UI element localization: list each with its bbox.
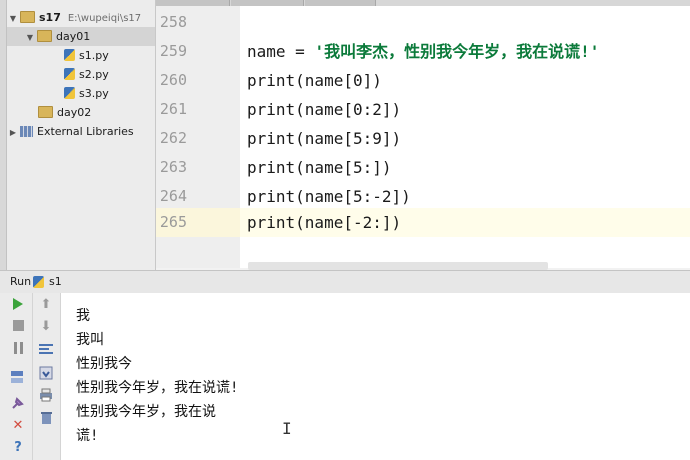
line-number: 261 (159, 100, 187, 118)
python-file-icon (64, 49, 75, 61)
line-number: 258 (159, 13, 187, 31)
print-icon[interactable] (39, 388, 53, 402)
console-line: 性别我今 (76, 356, 132, 372)
run-icon[interactable] (11, 298, 25, 312)
line-number: 265 (159, 213, 187, 231)
console-line: 我 (76, 308, 90, 324)
project-tree: ▼ s17 E:\wupeiqi\s17 ▼ day01 s1.py s2.py s… (0, 0, 156, 270)
python-file-icon (64, 87, 75, 99)
restore-layout-icon[interactable] (10, 370, 24, 384)
python-file-icon (33, 276, 44, 288)
tree-item-label: s2.py (79, 68, 109, 81)
pause-icon[interactable] (11, 342, 25, 356)
console-line: 性别我今年岁，我在说谎! (76, 380, 239, 396)
code-line[interactable]: name = '我叫李杰，性别我今年岁，我在说谎!' (247, 37, 599, 66)
help-icon[interactable]: ? (11, 441, 25, 455)
expand-arrow-icon[interactable]: ▼ (8, 9, 18, 28)
tree-item-label: s3.py (79, 87, 109, 100)
tree-root-path: E:\wupeiqi\s17 (67, 13, 142, 24)
side-strip (0, 0, 7, 270)
tree-item-s1[interactable]: s1.py (64, 46, 109, 65)
text-cursor-icon: I (282, 419, 292, 438)
run-toolbar-primary: ✕ ? (0, 293, 33, 460)
line-number: 260 (159, 71, 187, 89)
line-number: 259 (159, 42, 187, 60)
folder-icon (20, 11, 35, 23)
soft-wrap-icon[interactable] (39, 343, 53, 357)
code-text: name = (247, 42, 315, 61)
tree-item-s2[interactable]: s2.py (64, 65, 109, 84)
tree-item-day02[interactable]: day02 (36, 103, 91, 122)
console-line: 谎! (76, 428, 99, 444)
console-command-line (76, 284, 476, 296)
line-number: 262 (159, 129, 187, 147)
code-line[interactable]: print(name[-2:]) (247, 208, 401, 237)
arrow-up-icon[interactable]: ⬆ (39, 298, 53, 312)
tree-item-s3[interactable]: s3.py (64, 84, 109, 103)
libraries-icon (20, 125, 33, 137)
tree-item-day01[interactable]: ▼ day01 (7, 27, 155, 46)
python-file-icon (64, 68, 75, 80)
console-output[interactable]: 我 我叫 性别我今 性别我今年岁，我在说谎! 性别我今年岁，我在说 谎! I (61, 293, 690, 460)
code-line[interactable]: print(name[0:2]) (247, 95, 401, 124)
string-literal: '我叫李杰，性别我今年岁，我在说谎!' (314, 42, 600, 61)
scroll-to-end-icon[interactable] (39, 366, 53, 380)
trash-icon[interactable] (39, 410, 53, 424)
stop-icon[interactable] (11, 320, 25, 334)
code-line[interactable]: print(name[5:-2]) (247, 182, 411, 211)
tree-item-label: day01 (56, 30, 91, 43)
collapse-arrow-icon[interactable]: ▶ (8, 123, 18, 142)
line-number: 263 (159, 158, 187, 176)
run-toolbar-secondary: ⬆ ⬇ (33, 293, 61, 460)
tree-item-label: day02 (57, 106, 92, 119)
folder-icon (37, 30, 52, 42)
tree-item-label: s1.py (79, 49, 109, 62)
console-line: 性别我今年岁，我在说 (76, 404, 216, 420)
expand-arrow-icon[interactable]: ▼ (25, 28, 35, 47)
editor-lines: 258 259 name = '我叫李杰，性别我今年岁，我在说谎!' 260 p… (156, 6, 690, 262)
folder-icon (38, 106, 53, 118)
run-config-tab[interactable]: s1 (49, 271, 62, 293)
tree-root[interactable]: ▼ s17 E:\wupeiqi\s17 (8, 8, 141, 27)
tree-item-external-libraries[interactable]: ▶ External Libraries (8, 122, 134, 141)
close-icon[interactable]: ✕ (11, 419, 25, 433)
console-line: 我叫 (76, 332, 104, 348)
tree-item-label: External Libraries (37, 125, 134, 138)
tree-root-label: s17 (39, 11, 61, 24)
code-line[interactable]: print(name[5:]) (247, 153, 392, 182)
horizontal-scrollbar[interactable] (248, 262, 548, 270)
line-number: 264 (159, 187, 187, 205)
pin-icon[interactable] (10, 397, 24, 411)
code-line[interactable]: print(name[0]) (247, 66, 382, 95)
run-label: Run (10, 275, 32, 288)
code-line[interactable]: print(name[5:9]) (247, 124, 401, 153)
arrow-down-icon[interactable]: ⬇ (39, 320, 53, 334)
